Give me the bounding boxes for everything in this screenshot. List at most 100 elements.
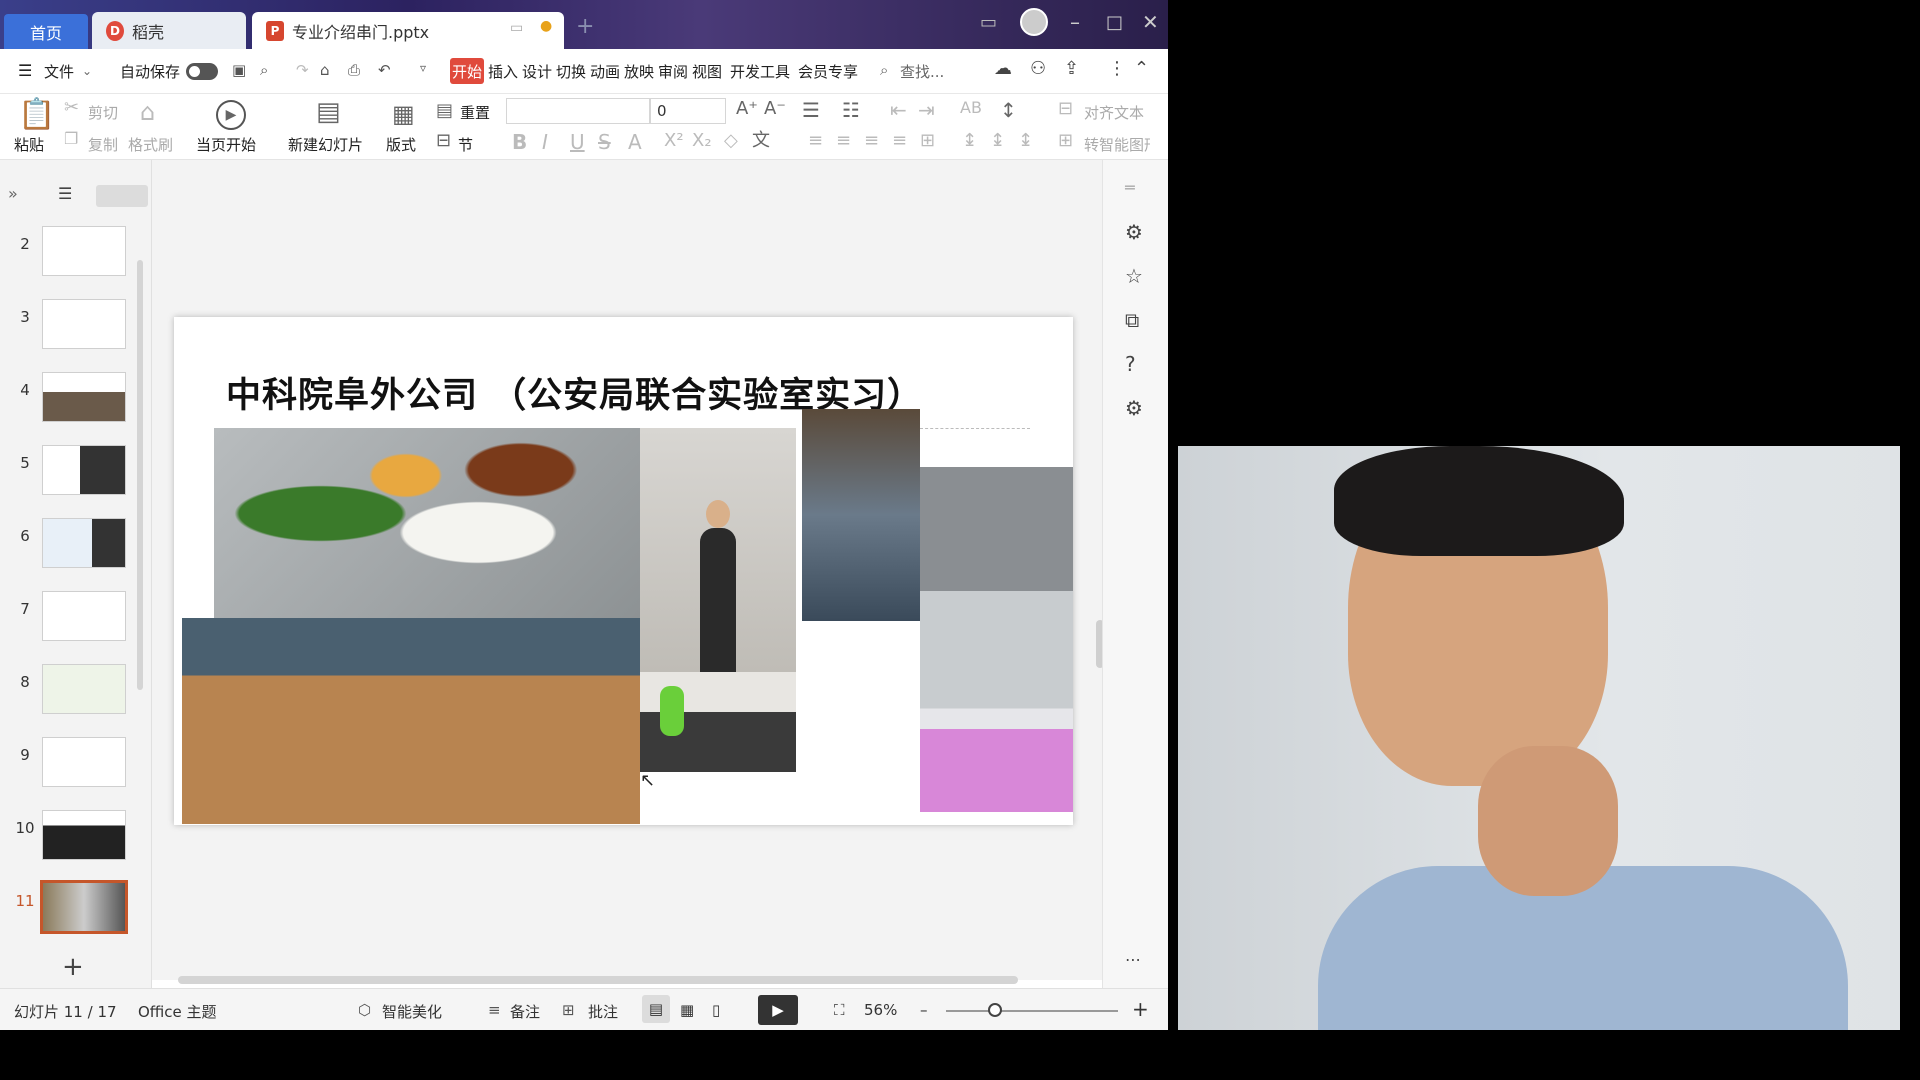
notes-button[interactable]: 备注: [510, 1001, 540, 1022]
justify-icon[interactable]: ≡: [892, 132, 907, 150]
slide-thumbnail-8[interactable]: [42, 664, 126, 714]
bullet-list-icon[interactable]: ☰: [802, 100, 820, 120]
thumbnail-scrollbar[interactable]: [137, 260, 143, 690]
superscript-icon[interactable]: X²: [664, 132, 684, 150]
print-preview-icon[interactable]: ⌕: [260, 61, 268, 79]
tab-home[interactable]: 首页: [4, 14, 88, 49]
line-spacing-icon[interactable]: ↨: [962, 132, 977, 150]
bold-icon[interactable]: B: [512, 132, 527, 152]
section-button[interactable]: 节: [458, 134, 473, 155]
align-left-icon[interactable]: ≡: [808, 132, 823, 150]
increase-font-icon[interactable]: A⁺: [736, 100, 758, 118]
format-painter-button[interactable]: 格式刷: [128, 134, 173, 155]
slide-thumbnail-4[interactable]: [42, 372, 126, 422]
horizontal-scrollbar[interactable]: [178, 976, 1078, 984]
tab-daoke[interactable]: D 稻壳: [92, 12, 246, 49]
avatar[interactable]: [1020, 8, 1048, 36]
share-icon[interactable]: ⇪: [1064, 58, 1079, 79]
section-icon[interactable]: ⊟: [436, 132, 451, 150]
maximize-icon[interactable]: □: [1106, 12, 1123, 33]
zoom-level[interactable]: 56%: [864, 1001, 897, 1019]
search-icon[interactable]: ⌕: [880, 61, 888, 79]
subscript-icon[interactable]: X₂: [692, 132, 712, 150]
play-icon[interactable]: ▶: [216, 100, 246, 130]
chevron-down-icon[interactable]: ⌄: [82, 64, 92, 78]
more-options-icon[interactable]: ⋯: [1125, 950, 1141, 969]
layout-icon[interactable]: ▦: [392, 102, 415, 126]
format-brush-icon[interactable]: ⌂: [320, 61, 330, 79]
tab-transition[interactable]: 切换: [556, 61, 586, 82]
settings-icon[interactable]: ⚙: [1125, 396, 1143, 420]
slide-thumbnail-5[interactable]: [42, 445, 126, 495]
font-size-select[interactable]: 0: [650, 98, 726, 124]
grid-view-icon[interactable]: ▦: [680, 1001, 694, 1019]
strikethrough-icon[interactable]: S: [598, 132, 611, 152]
zoom-slider[interactable]: [946, 1003, 1118, 1017]
tab-developer[interactable]: 开发工具: [730, 61, 790, 82]
undo-icon[interactable]: ↶: [378, 61, 391, 79]
paste-button[interactable]: 粘贴: [14, 134, 44, 155]
close-icon[interactable]: ✕: [1142, 10, 1159, 34]
new-tab-icon[interactable]: +: [576, 14, 594, 39]
align-right-icon[interactable]: ≡: [864, 132, 879, 150]
play-from-current-button[interactable]: 当页开始: [196, 134, 256, 155]
zoom-in-icon[interactable]: +: [1132, 997, 1149, 1021]
photo-exhibition-hall[interactable]: [182, 618, 640, 824]
tab-view[interactable]: 视图: [692, 61, 722, 82]
slide-thumbnail-6[interactable]: [42, 518, 126, 568]
photo-office-monitor[interactable]: [920, 467, 1073, 812]
tab-insert[interactable]: 插入: [488, 61, 518, 82]
photo-display-stand[interactable]: [802, 409, 920, 621]
cloud-icon[interactable]: ☁: [994, 58, 1012, 79]
numbered-list-icon[interactable]: ☷: [842, 100, 860, 120]
text-box-icon[interactable]: AB: [960, 100, 982, 116]
photo-person-presenting[interactable]: [640, 428, 796, 672]
redo-icon[interactable]: ↷: [296, 61, 309, 79]
settings-sliders-icon[interactable]: ⚙: [1125, 220, 1143, 244]
font-color-icon[interactable]: A: [628, 132, 642, 152]
tab-design[interactable]: 设计: [522, 61, 552, 82]
collaborate-icon[interactable]: ⚇: [1030, 58, 1046, 79]
outline-view-icon[interactable]: ☰: [58, 184, 72, 203]
star-pin-icon[interactable]: ☆: [1125, 264, 1143, 288]
comments-button[interactable]: 批注: [588, 1001, 618, 1022]
normal-view-icon[interactable]: ▤: [642, 995, 670, 1023]
beautify-button[interactable]: 智能美化: [382, 1001, 442, 1022]
minimize-icon[interactable]: –: [1070, 10, 1080, 34]
align-center-icon[interactable]: ≡: [836, 132, 851, 150]
smart-graphic-button[interactable]: 转智能图形: [1084, 134, 1150, 155]
tab-pptx-file[interactable]: P 专业介绍串门.pptx ▭ ●: [252, 12, 564, 49]
save-icon[interactable]: ▣: [232, 61, 246, 79]
decrease-font-icon[interactable]: A⁻: [764, 100, 786, 118]
slide-thumbnail-9[interactable]: [42, 737, 126, 787]
expand-panel-icon[interactable]: »: [8, 184, 18, 203]
underline-icon[interactable]: U: [570, 132, 585, 152]
photo-lunch-tray[interactable]: [214, 428, 640, 618]
sort-icon[interactable]: ↕: [1000, 100, 1017, 120]
more-quick-icon[interactable]: ▿: [420, 61, 426, 75]
copy-button[interactable]: 复制: [88, 134, 118, 155]
slide-thumbnail-7[interactable]: [42, 591, 126, 641]
theme-name[interactable]: Office 主题: [138, 1001, 217, 1022]
fit-window-icon[interactable]: ⛶: [834, 1001, 845, 1019]
reset-icon[interactable]: ▤: [436, 102, 453, 120]
layout-button[interactable]: 版式: [386, 134, 416, 155]
font-name-select[interactable]: [506, 98, 650, 124]
clipboard-icon[interactable]: 📋: [18, 100, 55, 130]
monitor-icon[interactable]: ▭: [510, 20, 523, 36]
drag-handle-icon[interactable]: ═: [1125, 178, 1135, 197]
autosave-toggle[interactable]: [186, 63, 218, 80]
hamburger-icon[interactable]: ☰: [18, 61, 32, 80]
file-menu[interactable]: 文件: [44, 61, 74, 82]
slide-thumbnail-10[interactable]: [42, 810, 126, 860]
align-text-button[interactable]: 对齐文本: [1084, 102, 1144, 123]
slide-thumbnail-2[interactable]: [42, 226, 126, 276]
decrease-indent-icon[interactable]: ⇤: [890, 100, 907, 120]
slide-thumbnail-3[interactable]: [42, 299, 126, 349]
clear-format-icon[interactable]: ◇: [724, 132, 738, 150]
search-box[interactable]: 查找...: [900, 61, 944, 82]
add-slide-icon[interactable]: +: [62, 952, 84, 982]
slideshow-play-button[interactable]: ▶: [758, 995, 798, 1025]
current-slide[interactable]: 中科院阜外公司 （公安局联合实验室实习）: [174, 317, 1073, 825]
slide-switch-icon[interactable]: ⧉: [1125, 308, 1139, 332]
